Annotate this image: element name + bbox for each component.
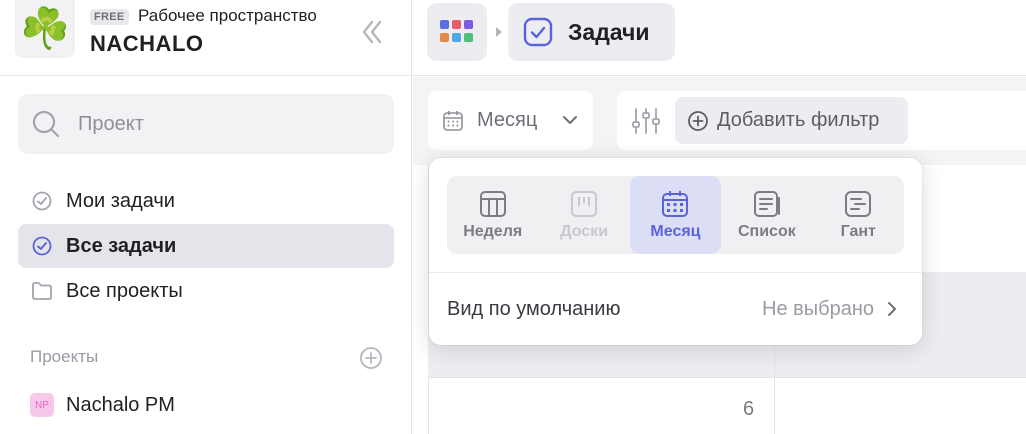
sidebar-item-my-tasks[interactable]: Мои задачи <box>18 179 394 223</box>
breadcrumb-tasks[interactable]: Задачи <box>508 3 675 61</box>
plus-circle-icon <box>687 110 709 132</box>
search-input[interactable] <box>78 112 378 136</box>
calendar-icon <box>661 190 689 218</box>
breadcrumb-separator-icon <box>493 24 505 40</box>
view-dropdown: Неделя Доски Месяц Список Гант Вид по ум… <box>429 158 922 345</box>
view-option-gantt[interactable]: Гант <box>813 176 904 254</box>
view-option-label: Гант <box>840 222 876 240</box>
filter-bar: Добавить фильтр <box>617 91 1026 150</box>
double-chevron-left-icon <box>362 20 382 44</box>
workspace-name[interactable]: NACHALO <box>90 31 204 57</box>
list-view-icon <box>753 190 781 218</box>
page-title: Задачи <box>568 18 650 45</box>
calendar-day-number[interactable]: 6 <box>743 398 754 421</box>
project-badge: NP <box>30 393 54 417</box>
add-filter-label: Добавить фильтр <box>717 109 880 131</box>
view-option-list[interactable]: Список <box>721 176 812 254</box>
project-search[interactable] <box>18 94 394 154</box>
add-filter-button[interactable]: Добавить фильтр <box>675 97 908 144</box>
view-option-label: Месяц <box>650 222 701 240</box>
tasks-checkbox-icon <box>523 17 553 47</box>
check-circle-icon <box>30 234 54 258</box>
view-option-label: Неделя <box>463 222 523 240</box>
view-select-value: Месяц <box>477 109 538 131</box>
sidebar: ☘️ FREE Рабочее пространство NACHALO Мои… <box>0 0 412 434</box>
default-view-label: Вид по умолчанию <box>447 297 621 320</box>
week-view-icon <box>479 190 507 218</box>
apps-button[interactable] <box>427 3 487 61</box>
collapse-sidebar-button[interactable] <box>356 14 388 50</box>
sidebar-item-label: Все задачи <box>66 234 177 257</box>
check-circle-icon <box>30 189 54 213</box>
calendar-divider <box>428 377 1026 378</box>
board-view-icon <box>570 190 598 218</box>
sidebar-item-all-projects[interactable]: Все проекты <box>18 269 394 313</box>
project-name: Nachalo PM <box>66 393 175 416</box>
topbar: Задачи <box>413 0 1026 76</box>
chevron-down-icon <box>561 111 579 129</box>
projects-section-title: Проекты <box>30 347 99 366</box>
folder-icon <box>30 279 54 303</box>
sidebar-item-label: Мои задачи <box>66 189 175 212</box>
view-option-boards[interactable]: Доски <box>538 176 629 254</box>
divider <box>429 272 922 273</box>
view-mode-segmented-control: Неделя Доски Месяц Список Гант <box>447 176 904 254</box>
view-option-label: Список <box>738 222 796 240</box>
workspace-label: Рабочее пространство <box>138 6 317 25</box>
calendar-icon <box>442 110 464 132</box>
view-select[interactable]: Месяц <box>428 91 593 150</box>
chevron-right-icon <box>884 300 900 318</box>
filter-settings-icon[interactable] <box>631 107 661 135</box>
sidebar-item-label: Все проекты <box>66 279 183 302</box>
add-project-button[interactable] <box>359 346 383 370</box>
default-view-row[interactable]: Вид по умолчанию Не выбрано <box>447 284 904 334</box>
workspace-header: ☘️ FREE Рабочее пространство NACHALO <box>0 0 411 76</box>
plus-circle-icon <box>360 347 382 369</box>
search-icon <box>32 110 60 138</box>
view-option-month[interactable]: Месяц <box>629 176 722 254</box>
view-option-week[interactable]: Неделя <box>447 176 538 254</box>
apps-grid-icon <box>440 20 473 42</box>
sidebar-item-all-tasks[interactable]: Все задачи <box>18 224 394 268</box>
view-option-label: Доски <box>560 222 609 240</box>
default-view-value: Не выбрано <box>762 297 874 320</box>
gantt-view-icon <box>844 190 872 218</box>
plan-badge: FREE <box>90 9 129 25</box>
clover-icon[interactable]: ☘️ <box>15 0 75 58</box>
project-item[interactable]: NP Nachalo PM <box>18 383 394 427</box>
